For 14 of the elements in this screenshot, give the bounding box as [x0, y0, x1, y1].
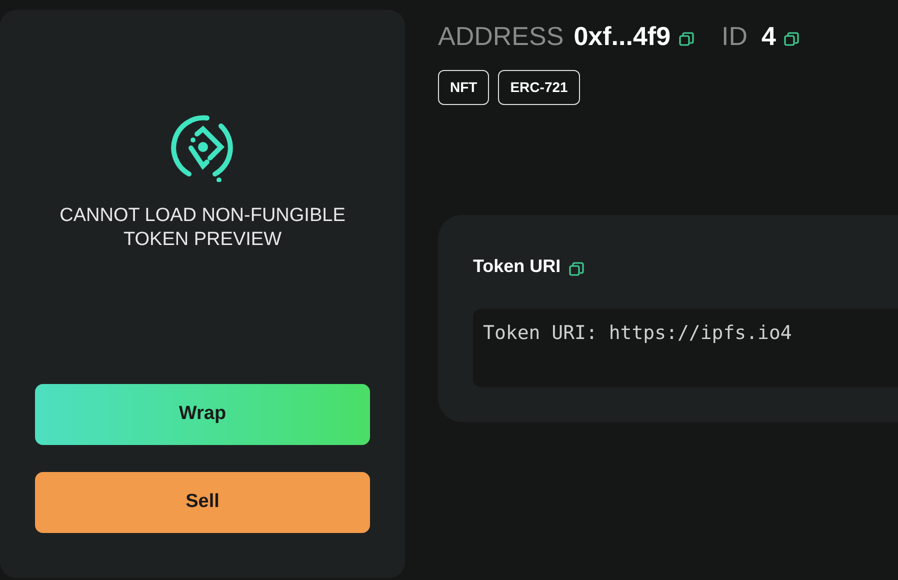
- wrap-button[interactable]: Wrap: [35, 384, 370, 445]
- address-value: 0xf...4f9: [574, 20, 671, 52]
- sell-button[interactable]: Sell: [35, 472, 370, 533]
- copy-icon[interactable]: [568, 262, 584, 276]
- copy-icon[interactable]: [784, 32, 799, 46]
- address-label: ADDRESS: [438, 20, 564, 52]
- tag: ERC-721: [498, 70, 580, 105]
- id-value: 4: [762, 20, 776, 52]
- id-label: ID: [722, 20, 748, 52]
- token-uri-title: Token URI: [473, 255, 561, 278]
- tag: NFT: [438, 70, 490, 105]
- preview-error-text: CANNOT LOAD NON-FUNGIBLE TOKEN PREVIEW: [58, 204, 346, 252]
- copy-icon[interactable]: [678, 32, 694, 46]
- token-uri-field: Token URI: https://ipfs.io4: [473, 309, 898, 387]
